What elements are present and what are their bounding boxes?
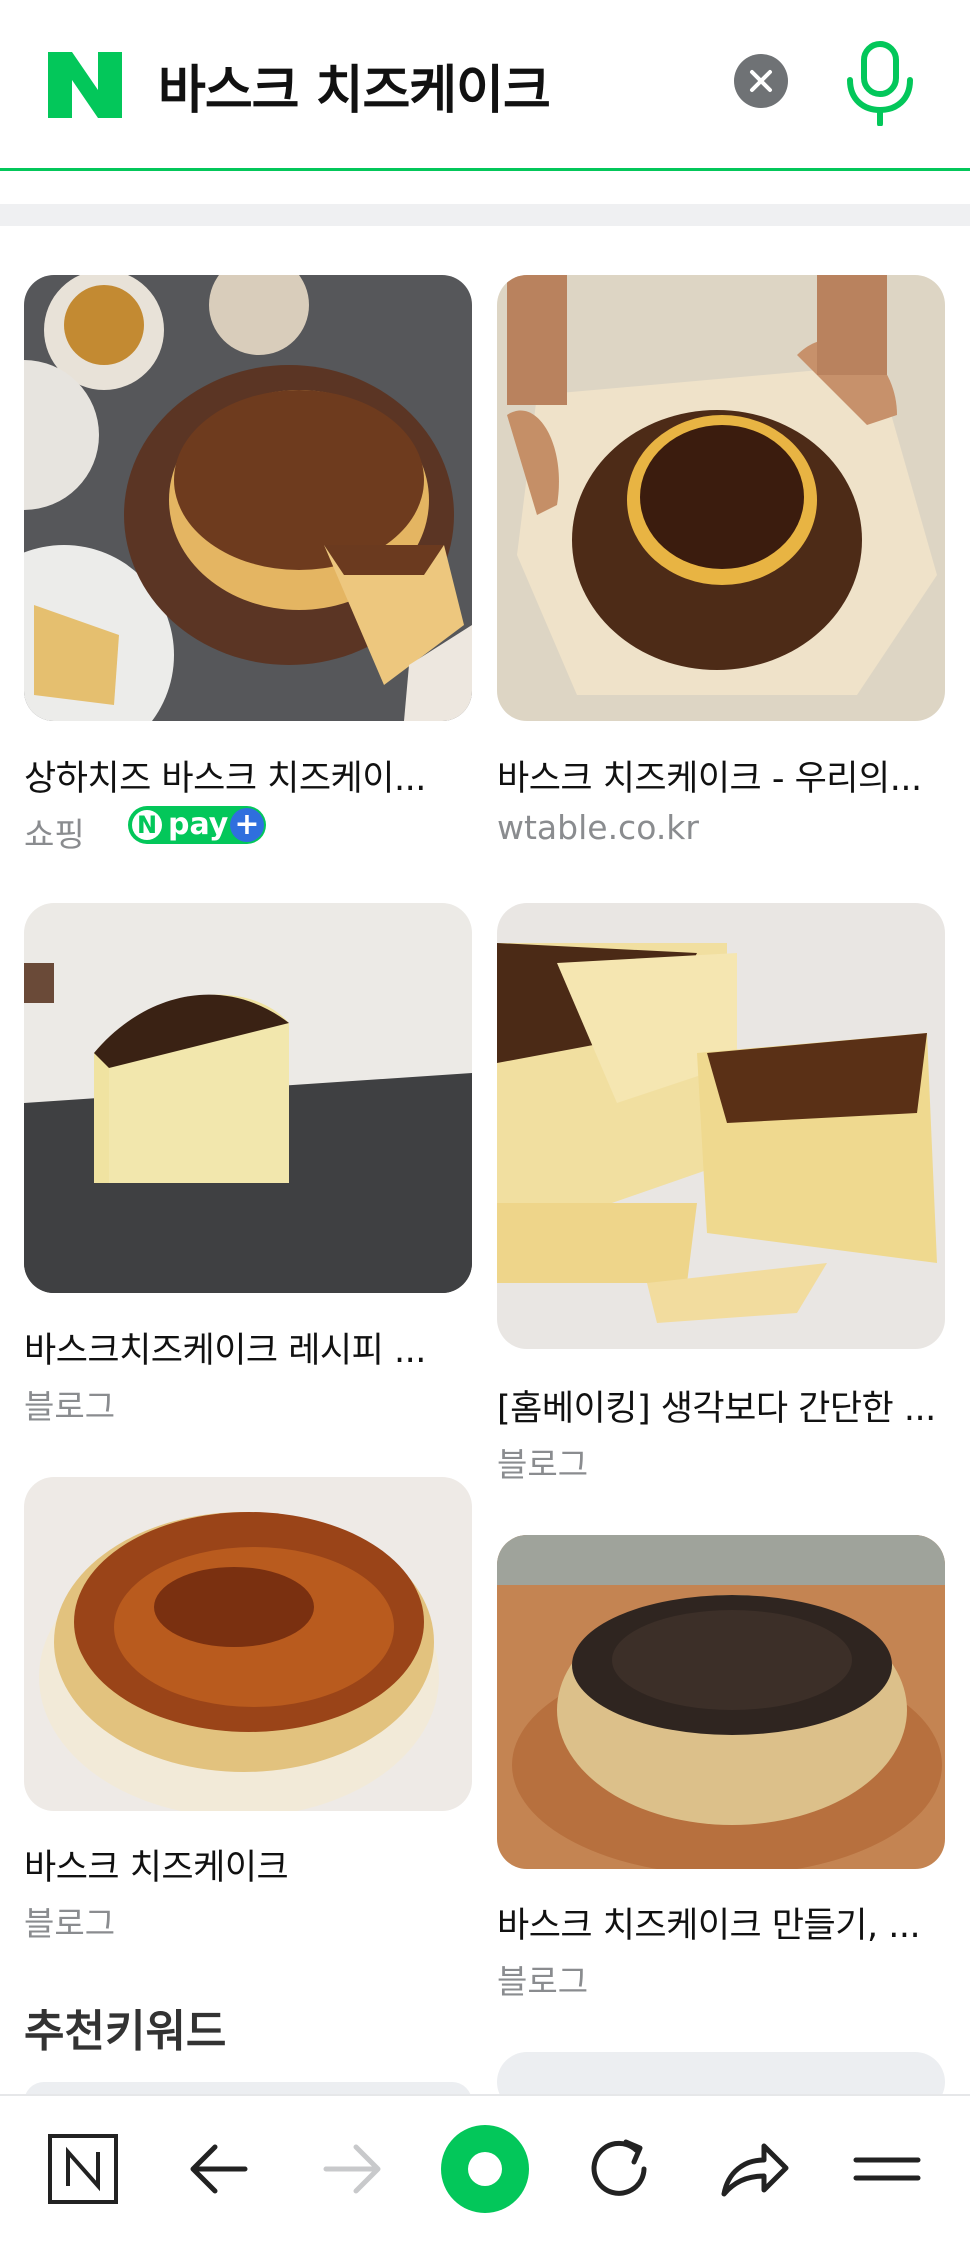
result-title-1[interactable]: 상하치즈 바스크 치즈케이...: [24, 750, 426, 801]
result-image-5[interactable]: [24, 1477, 472, 1811]
green-dot-button-icon[interactable]: [440, 2124, 530, 2214]
result-title-6[interactable]: 바스크 치즈케이크 만들기, ...: [497, 1897, 921, 1948]
npay-label: pay: [168, 807, 229, 842]
result-image-2[interactable]: [497, 275, 945, 721]
menu-icon[interactable]: [842, 2124, 932, 2214]
result-title-3[interactable]: 바스크치즈케이크 레시피 ...: [24, 1322, 426, 1373]
result-source-3: 블로그: [24, 1387, 116, 1426]
back-arrow-icon[interactable]: [173, 2124, 263, 2214]
search-header: 바스크 치즈케이크: [0, 0, 970, 171]
npay-plus-icon: +: [230, 808, 264, 842]
naver-home-icon[interactable]: [38, 2124, 128, 2214]
result-source-2: wtable.co.kr: [497, 808, 699, 847]
result-image-1[interactable]: [24, 275, 472, 721]
result-title-2[interactable]: 바스크 치즈케이크 - 우리의...: [497, 750, 922, 801]
npay-n-icon: N: [132, 810, 162, 840]
clear-icon[interactable]: [734, 54, 788, 108]
result-source-5: 블로그: [24, 1904, 116, 1943]
recommended-keywords-title: 추천키워드: [24, 2006, 227, 2057]
result-image-6[interactable]: [497, 1535, 945, 1869]
naver-logo-icon[interactable]: [48, 52, 122, 118]
refresh-icon[interactable]: [574, 2124, 664, 2214]
microphone-icon[interactable]: [842, 40, 918, 127]
share-icon[interactable]: [708, 2124, 798, 2214]
result-source-1: 쇼핑 N pay +: [24, 806, 266, 856]
result-title-5[interactable]: 바스크 치즈케이크: [24, 1839, 289, 1890]
result-source-label-1: 쇼핑: [24, 815, 85, 854]
search-query[interactable]: 바스크 치즈케이크: [158, 48, 551, 123]
npay-badge: N pay +: [128, 806, 266, 844]
result-title-4[interactable]: [홈베이킹] 생각보다 간단한 ...: [497, 1380, 936, 1431]
result-source-6: 블로그: [497, 1962, 589, 2001]
result-source-4: 블로그: [497, 1445, 589, 1484]
divider-band: [0, 204, 970, 226]
result-image-3[interactable]: [24, 903, 472, 1293]
forward-arrow-icon: [308, 2124, 398, 2214]
result-image-4[interactable]: [497, 903, 945, 1349]
